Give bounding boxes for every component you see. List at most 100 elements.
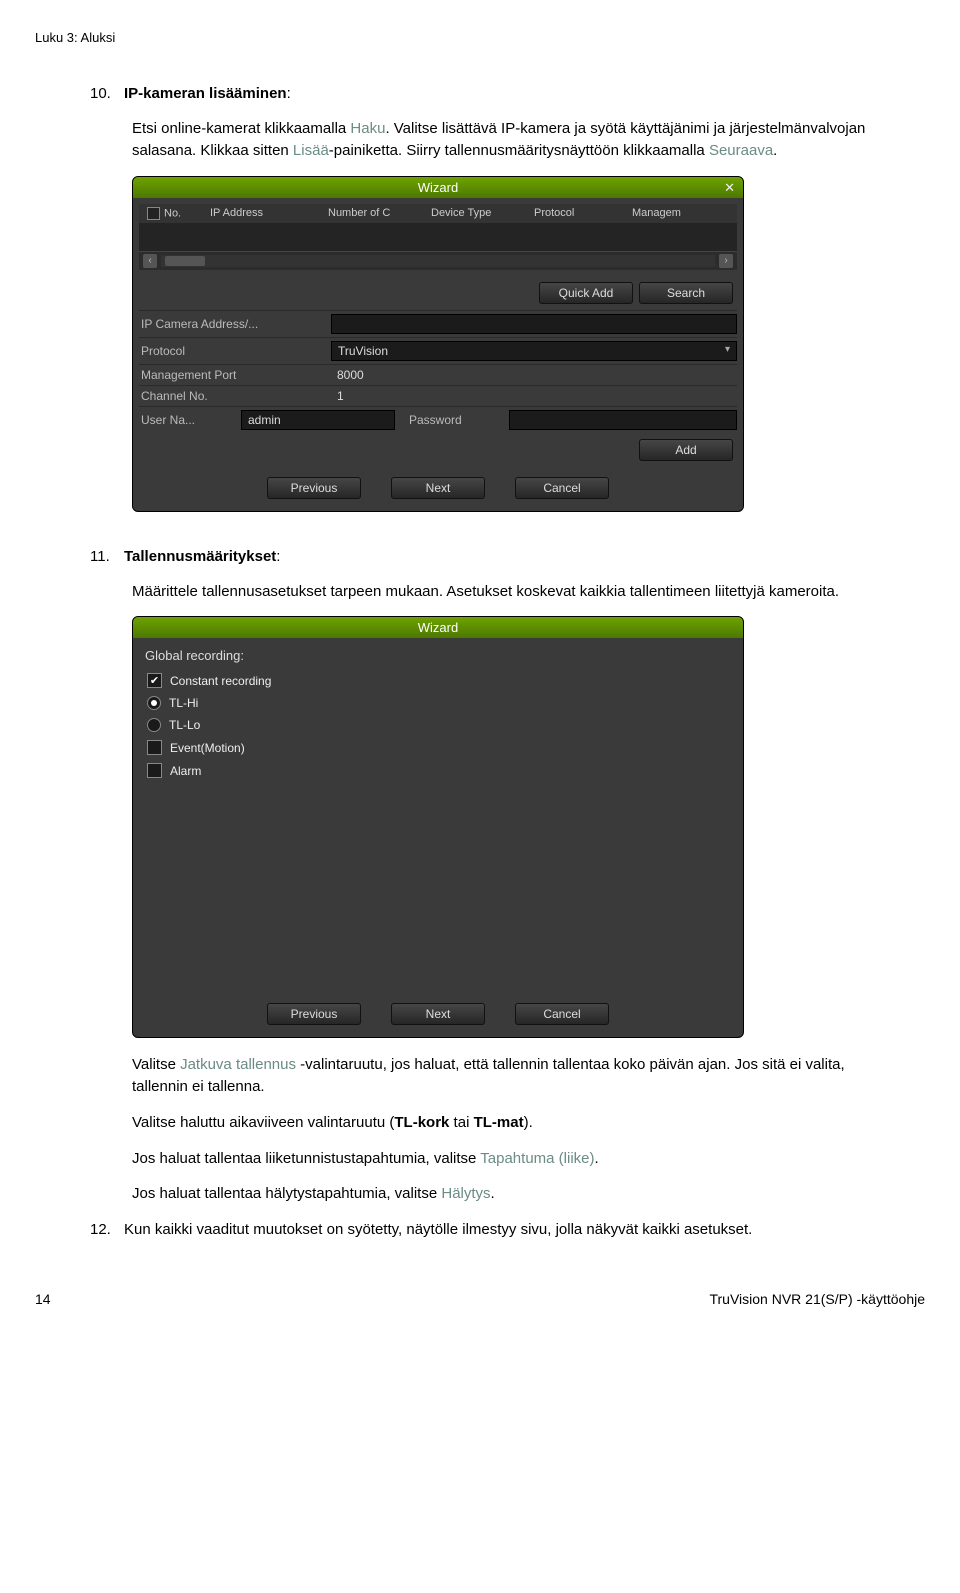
option-constant[interactable]: Constant recording <box>133 669 743 692</box>
col-devtype: Device Type <box>427 207 530 220</box>
checkbox-constant[interactable] <box>147 673 162 688</box>
item-12: 12.Kun kaikki vaaditut muutokset on syöt… <box>90 1219 870 1241</box>
checkbox-alarm[interactable] <box>147 763 162 778</box>
text: tai <box>449 1114 473 1131</box>
wizard-title-bar: Wizard ✕ <box>133 177 743 198</box>
item-11-heading: 11.Tallennusmääritykset: <box>90 548 870 565</box>
after-p3: Jos haluat tallentaa liiketunnistustapah… <box>132 1148 870 1170</box>
scroll-right-icon[interactable]: › <box>719 254 733 268</box>
global-recording-label: Global recording: <box>133 638 743 669</box>
text: Jos haluat tallentaa liiketunnistustapah… <box>132 1150 480 1167</box>
text: . <box>595 1150 599 1167</box>
select-all-checkbox[interactable] <box>147 207 160 220</box>
col-ip: IP Address <box>206 207 324 220</box>
scroll-track[interactable] <box>161 255 715 267</box>
username-value: admin <box>248 413 281 427</box>
username-label: User Na... <box>139 413 241 427</box>
horizontal-scrollbar[interactable]: ‹ › <box>139 251 737 270</box>
cancel-button-2[interactable]: Cancel <box>515 1003 609 1025</box>
item-10-colon: : <box>287 85 291 102</box>
protocol-select[interactable]: TruVision ▾ <box>331 341 737 361</box>
checkbox-event[interactable] <box>147 740 162 755</box>
radio-tlhi[interactable] <box>147 696 161 710</box>
ip-address-input[interactable] <box>331 314 737 334</box>
row-channel: Channel No. 1 <box>139 385 737 406</box>
password-label: Password <box>395 413 509 427</box>
text: -painiketta. Siirry tallennusmääritysnäy… <box>329 142 709 159</box>
tl-kork: TL-kork <box>394 1114 449 1131</box>
haku-link: Haku <box>350 120 385 137</box>
protocol-value: TruVision <box>338 344 388 358</box>
item-10-body: Etsi online-kamerat klikkaamalla Haku. V… <box>132 118 870 162</box>
wizard-title-bar-2: Wizard <box>133 617 743 638</box>
row-ip-address: IP Camera Address/... <box>139 310 737 337</box>
wizard-panel-recording: Wizard Global recording: Constant record… <box>132 616 744 1038</box>
mgmt-port-value[interactable]: 8000 <box>331 368 737 382</box>
scroll-thumb[interactable] <box>165 256 205 266</box>
username-input[interactable]: admin <box>241 410 395 430</box>
breadcrumb: Luku 3: Aluksi <box>35 30 870 45</box>
text: ). <box>524 1114 533 1131</box>
protocol-label: Protocol <box>139 344 331 358</box>
option-constant-label: Constant recording <box>170 674 271 688</box>
cursor-icon: ➤ <box>510 518 523 538</box>
col-no-label: No. <box>164 207 181 219</box>
after-p2: Valitse haluttu aikaviiveen valintaruutu… <box>132 1112 870 1134</box>
close-icon[interactable]: ✕ <box>724 180 735 196</box>
table-header-row: No. IP Address Number of C Device Type P… <box>139 204 737 223</box>
scroll-left-icon[interactable]: ‹ <box>143 254 157 268</box>
radio-tllo[interactable] <box>147 718 161 732</box>
table-empty-area <box>139 223 737 251</box>
alarm-link: Hälytys <box>441 1185 490 1202</box>
search-button[interactable]: Search <box>639 282 733 304</box>
chevron-down-icon: ▾ <box>725 344 730 355</box>
after-p1: Valitse Jatkuva tallennus -valintaruutu,… <box>132 1054 870 1098</box>
option-tllo-label: TL-Lo <box>169 718 200 732</box>
text: Valitse <box>132 1056 180 1073</box>
next-button[interactable]: Next <box>391 477 485 499</box>
row-protocol: Protocol TruVision ▾ <box>139 337 737 364</box>
option-tlhi-label: TL-Hi <box>169 696 198 710</box>
item-10-heading: 10.IP-kameran lisääminen: <box>90 85 870 102</box>
option-alarm-label: Alarm <box>170 764 201 778</box>
text: Valitse haluttu aikaviiveen valintaruutu… <box>132 1114 394 1131</box>
quick-add-button[interactable]: Quick Add <box>539 282 633 304</box>
password-input[interactable] <box>509 410 737 430</box>
lisaa-link: Lisää <box>293 142 329 159</box>
item-12-number: 12. <box>90 1219 124 1241</box>
col-protocol: Protocol <box>530 207 628 220</box>
tl-mat: TL-mat <box>474 1114 524 1131</box>
event-link: Tapahtuma (liike) <box>480 1150 594 1167</box>
item-12-body: Kun kaikki vaaditut muutokset on syötett… <box>124 1221 752 1238</box>
constant-recording-link: Jatkuva tallennus <box>180 1056 296 1073</box>
wizard-title-2: Wizard <box>418 620 458 635</box>
camera-table: No. IP Address Number of C Device Type P… <box>139 204 737 270</box>
item-11-colon: : <box>276 548 280 565</box>
option-event-label: Event(Motion) <box>170 741 245 755</box>
channel-label: Channel No. <box>139 389 331 403</box>
wizard-title: Wizard <box>418 180 458 195</box>
page-number: 14 <box>35 1291 51 1307</box>
row-mgmt-port: Management Port 8000 <box>139 364 737 385</box>
previous-button[interactable]: Previous <box>267 477 361 499</box>
option-event[interactable]: Event(Motion) <box>133 736 743 759</box>
option-alarm[interactable]: Alarm <box>133 759 743 782</box>
ip-address-label: IP Camera Address/... <box>139 317 331 331</box>
text: Jos haluat tallentaa hälytystapahtumia, … <box>132 1185 441 1202</box>
text: . <box>773 142 777 159</box>
item-11-body: Määrittele tallennusasetukset tarpeen mu… <box>132 581 870 603</box>
cancel-button[interactable]: Cancel <box>515 477 609 499</box>
option-tllo[interactable]: TL-Lo <box>133 714 743 736</box>
item-11-number: 11. <box>90 548 124 565</box>
add-button[interactable]: Add <box>639 439 733 461</box>
next-button-2[interactable]: Next <box>391 1003 485 1025</box>
wizard-panel-cameras: Wizard ✕ No. IP Address Number of C Devi… <box>132 176 744 512</box>
mgmt-port-label: Management Port <box>139 368 331 382</box>
item-11-title: Tallennusmääritykset <box>124 548 276 565</box>
item-10-number: 10. <box>90 85 124 102</box>
channel-value[interactable]: 1 <box>331 389 737 403</box>
doc-title: TruVision NVR 21(S/P) -käyttöohje <box>709 1291 925 1307</box>
item-10-title: IP-kameran lisääminen <box>124 85 287 102</box>
option-tlhi[interactable]: TL-Hi <box>133 692 743 714</box>
previous-button-2[interactable]: Previous <box>267 1003 361 1025</box>
